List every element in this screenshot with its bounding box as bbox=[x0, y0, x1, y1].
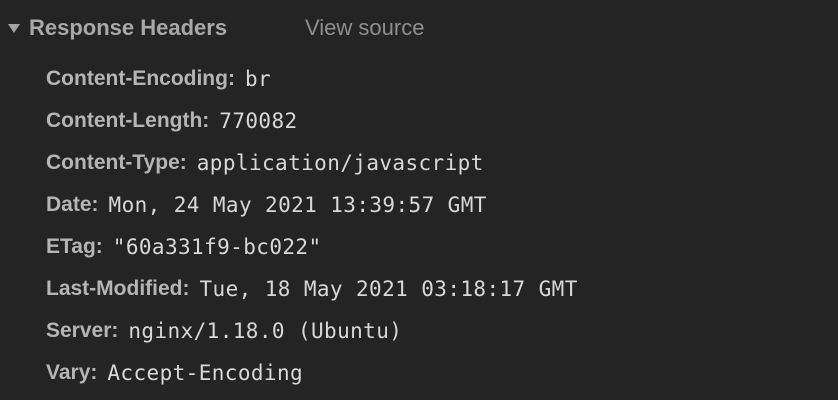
header-name: Server bbox=[46, 319, 112, 342]
header-name: ETag bbox=[46, 235, 96, 258]
header-colon: : bbox=[90, 361, 98, 384]
header-name: Content-Type bbox=[46, 151, 180, 174]
header-name: Vary bbox=[46, 361, 91, 384]
header-value: br bbox=[244, 67, 272, 91]
header-value: Accept-Encoding bbox=[107, 361, 304, 385]
header-value: Tue, 18 May 2021 03:18:17 GMT bbox=[199, 277, 578, 301]
header-row-server: Server: nginx/1.18.0 (Ubuntu) bbox=[46, 310, 578, 352]
header-row-vary: Vary: Accept-Encoding bbox=[46, 352, 578, 394]
header-value: 770082 bbox=[219, 109, 298, 133]
header-row-content-type: Content-Type: application/javascript bbox=[46, 142, 578, 184]
header-value: nginx/1.18.0 (Ubuntu) bbox=[128, 319, 403, 343]
header-colon: : bbox=[182, 277, 190, 300]
header-colon: : bbox=[227, 67, 235, 90]
header-colon: : bbox=[91, 193, 99, 216]
header-colon: : bbox=[95, 235, 103, 258]
header-name: Content-Length bbox=[46, 109, 203, 132]
header-row-date: Date: Mon, 24 May 2021 13:39:57 GMT bbox=[46, 184, 578, 226]
header-value: application/javascript bbox=[196, 151, 484, 175]
header-value: "60a331f9-bc022" bbox=[112, 235, 322, 259]
header-colon: : bbox=[202, 109, 210, 132]
header-name: Content-Encoding bbox=[46, 67, 228, 90]
header-value: Mon, 24 May 2021 13:39:57 GMT bbox=[108, 193, 487, 217]
view-source-link[interactable]: View source bbox=[305, 15, 424, 41]
header-row-last-modified: Last-Modified: Tue, 18 May 2021 03:18:17 … bbox=[46, 268, 578, 310]
response-headers-list: Content-Encoding: br Content-Length:77008… bbox=[46, 58, 578, 394]
header-row-etag: ETag: "60a331f9-bc022" bbox=[46, 226, 578, 268]
response-headers-section-header[interactable]: Response Headers View source bbox=[0, 10, 838, 48]
header-row-content-encoding: Content-Encoding: br bbox=[46, 58, 578, 100]
header-name: Last-Modified bbox=[46, 277, 183, 300]
header-colon: : bbox=[111, 319, 119, 342]
header-row-content-length: Content-Length:770082 bbox=[46, 100, 578, 142]
header-name: Date bbox=[46, 193, 92, 216]
disclosure-triangle-down-icon[interactable] bbox=[8, 24, 20, 33]
header-colon: : bbox=[179, 151, 187, 174]
section-title[interactable]: Response Headers bbox=[29, 15, 227, 41]
